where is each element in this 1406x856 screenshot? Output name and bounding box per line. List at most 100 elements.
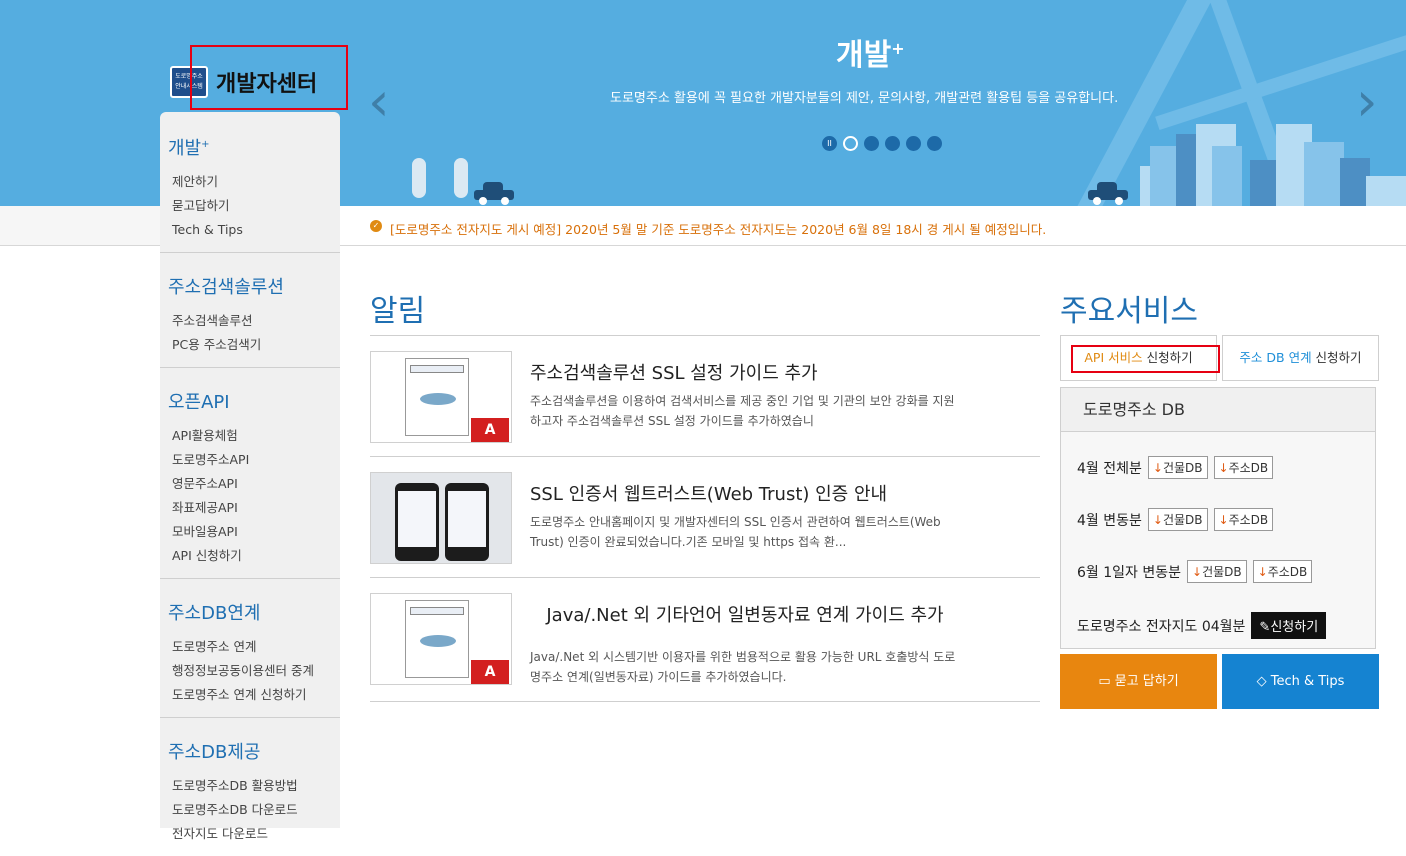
news-item-desc: 도로명주소 안내홈페이지 및 개발자센터의 SSL 인증서 관련하여 웹트러스트… xyxy=(530,515,941,549)
highlight-box xyxy=(1071,345,1220,373)
db-row-label: 4월 전체분 xyxy=(1077,460,1142,477)
sidebar-section-search-solution: 주소검색솔루션 주소검색솔루션 PC용 주소검색기 xyxy=(160,253,340,368)
download-label: 주소DB xyxy=(1267,565,1308,579)
download-icon: ↓ xyxy=(1218,461,1229,475)
tech-tips-button[interactable]: ◇ Tech & Tips xyxy=(1222,654,1379,709)
building-db-download-button[interactable]: ↓건물DB xyxy=(1187,560,1247,583)
download-label: 주소DB xyxy=(1228,513,1269,527)
news-item[interactable]: A Java/.Net 외 기타언어 일변동자료 연계 가이드 추가 Java/… xyxy=(370,593,1040,685)
pause-icon[interactable]: II xyxy=(822,136,837,151)
sidebar-heading[interactable]: 주소검색솔루션 xyxy=(168,273,340,299)
download-label: 건물DB xyxy=(1202,565,1242,579)
db-row-label: 4월 변동분 xyxy=(1077,512,1142,529)
sidebar-heading[interactable]: 주소DB연계 xyxy=(168,599,340,625)
news-item[interactable]: A 주소검색솔루션 SSL 설정 가이드 추가 주소검색솔루션을 이용하여 검색… xyxy=(370,351,1040,443)
sidebar: 개발+ 제안하기 묻고답하기 Tech & Tips 주소검색솔루션 주소검색솔… xyxy=(160,112,340,841)
db-link-apply-button[interactable]: 주소 DB 연계 신청하기 xyxy=(1222,335,1379,381)
tag-icon: ◇ xyxy=(1256,674,1267,689)
sidebar-item-road-link[interactable]: 도로명주소 연계 xyxy=(168,635,340,659)
download-icon: ↓ xyxy=(1218,513,1229,527)
document-icon xyxy=(405,600,469,678)
qna-button[interactable]: ▭ 묻고 답하기 xyxy=(1060,654,1217,709)
sidebar-item-propose[interactable]: 제안하기 xyxy=(168,170,340,194)
banner-subtitle: 도로명주소 활용에 꼭 필요한 개발자분들의 제안, 문의사항, 개발관련 활용… xyxy=(610,91,1119,106)
sidebar-heading[interactable]: 개발+ xyxy=(168,134,340,160)
sidebar-item-db-download[interactable]: 도로명주소DB 다운로드 xyxy=(168,798,340,822)
banner-next-arrow-icon[interactable]: › xyxy=(1356,75,1384,130)
divider xyxy=(370,701,1040,702)
banner-prev-arrow-icon[interactable]: ‹ xyxy=(368,75,396,130)
building-illustration xyxy=(1366,176,1406,206)
sidebar-section-db-provide: 주소DB제공 도로명주소DB 활용방법 도로명주소DB 다운로드 전자지도 다운… xyxy=(160,718,340,856)
pager-dot[interactable] xyxy=(843,136,858,151)
sidebar-item-api-apply[interactable]: API 신청하기 xyxy=(168,544,340,568)
sidebar-item-db-usage[interactable]: 도로명주소DB 활용방법 xyxy=(168,774,340,798)
lamp-illustration xyxy=(412,158,426,198)
db-row: 4월 전체분 ↓건물DB ↓주소DB xyxy=(1077,456,1274,479)
building-illustration xyxy=(1250,160,1278,206)
news-thumbnail xyxy=(370,472,512,564)
news-item-title[interactable]: 주소검색솔루션 SSL 설정 가이드 추가 xyxy=(530,359,960,385)
news-item-desc: 주소검색솔루션을 이용하여 검색서비스를 제공 중인 기업 및 기관의 보안 강… xyxy=(530,394,955,428)
sidebar-item-search-solution[interactable]: 주소검색솔루션 xyxy=(168,309,340,333)
road-db-panel: 도로명주소 DB 4월 전체분 ↓건물DB ↓주소DB 4월 변동분 ↓건물DB… xyxy=(1060,387,1376,649)
banner-title-plus: + xyxy=(891,39,905,58)
db-row: 도로명주소 전자지도 04월분 ✎신청하기 xyxy=(1077,612,1327,639)
address-db-download-button[interactable]: ↓주소DB xyxy=(1213,508,1274,531)
notice-strip xyxy=(0,206,160,246)
sidebar-heading[interactable]: 오픈API xyxy=(168,388,340,414)
download-label: 건물DB xyxy=(1162,513,1203,527)
download-icon: ↓ xyxy=(1192,565,1203,579)
news-title: 알림 xyxy=(370,294,426,329)
building-db-download-button[interactable]: ↓건물DB xyxy=(1147,456,1208,479)
building-db-download-button[interactable]: ↓건물DB xyxy=(1147,508,1208,531)
sidebar-item-road-api[interactable]: 도로명주소API xyxy=(168,448,340,472)
pager-dot[interactable] xyxy=(927,136,942,151)
building-illustration xyxy=(1212,146,1242,206)
divider xyxy=(370,456,1040,457)
download-label: 주소DB xyxy=(1228,461,1269,475)
document-icon xyxy=(405,358,469,436)
news-item-title[interactable]: SSL 인증서 웹트러스트(Web Trust) 인증 안내 xyxy=(530,480,960,506)
pager-dot[interactable] xyxy=(864,136,879,151)
sidebar-item-qna[interactable]: 묻고답하기 xyxy=(168,194,340,218)
sidebar-section-dev: 개발+ 제안하기 묻고답하기 Tech & Tips xyxy=(160,112,340,253)
news-item[interactable]: SSL 인증서 웹트러스트(Web Trust) 인증 안내 도로명주소 안내홈… xyxy=(370,472,1040,564)
divider xyxy=(370,335,1040,336)
sidebar-heading[interactable]: 주소DB제공 xyxy=(168,738,340,764)
db-row: 6월 1일자 변동분 ↓건물DB ↓주소DB xyxy=(1077,560,1313,583)
pager-dot[interactable] xyxy=(906,136,921,151)
car-illustration xyxy=(1088,182,1128,205)
download-icon: ↓ xyxy=(1257,565,1268,579)
sidebar-item-mobile-api[interactable]: 모바일용API xyxy=(168,520,340,544)
sidebar-item-coord-api[interactable]: 좌표제공API xyxy=(168,496,340,520)
sidebar-item-link-apply[interactable]: 도로명주소 연계 신청하기 xyxy=(168,683,340,707)
sidebar-item-map-download[interactable]: 전자지도 다운로드 xyxy=(168,822,340,846)
lamp-illustration xyxy=(454,158,468,198)
address-db-download-button[interactable]: ↓주소DB xyxy=(1252,560,1313,583)
download-icon: ↓ xyxy=(1152,513,1163,527)
banner-title-text: 개발 xyxy=(836,38,892,73)
sidebar-item-relay[interactable]: 행정정보공동이용센터 중계 xyxy=(168,659,340,683)
building-illustration xyxy=(1304,142,1344,206)
sidebar-item-english-api[interactable]: 영문주소API xyxy=(168,472,340,496)
tech-tips-button-label: Tech & Tips xyxy=(1270,674,1345,689)
notice-bar: ✓ [도로명주소 전자지도 게시 예정] 2020년 5월 말 기준 도로명주소… xyxy=(340,206,1406,246)
sidebar-item-pc-search[interactable]: PC용 주소검색기 xyxy=(168,333,340,357)
news-item-desc: Java/.Net 외 시스템기반 이용자를 위한 범용적으로 활용 가능한 U… xyxy=(530,650,956,684)
map-row-label: 도로명주소 전자지도 04월분 xyxy=(1077,618,1246,635)
notice-text[interactable]: [도로명주소 전자지도 게시 예정] 2020년 5월 말 기준 도로명주소 전… xyxy=(390,219,1046,238)
sidebar-item-tech-tips[interactable]: Tech & Tips xyxy=(168,218,340,242)
pager-dot[interactable] xyxy=(885,136,900,151)
sidebar-heading-text: 개발 xyxy=(168,138,202,159)
sidebar-item-api-try[interactable]: API활용체험 xyxy=(168,424,340,448)
news-thumbnail: A xyxy=(370,351,512,443)
db-apply-accent: 주소 DB 연계 xyxy=(1239,350,1312,365)
map-apply-label: 신청하기 xyxy=(1270,620,1319,635)
download-label: 건물DB xyxy=(1162,461,1203,475)
news-item-title[interactable]: Java/.Net 외 기타언어 일변동자료 연계 가이드 추가 xyxy=(530,601,960,627)
map-apply-button[interactable]: ✎신청하기 xyxy=(1251,612,1327,639)
address-db-download-button[interactable]: ↓주소DB xyxy=(1213,456,1274,479)
sidebar-heading-plus: + xyxy=(201,139,210,150)
building-illustration xyxy=(1176,134,1198,206)
